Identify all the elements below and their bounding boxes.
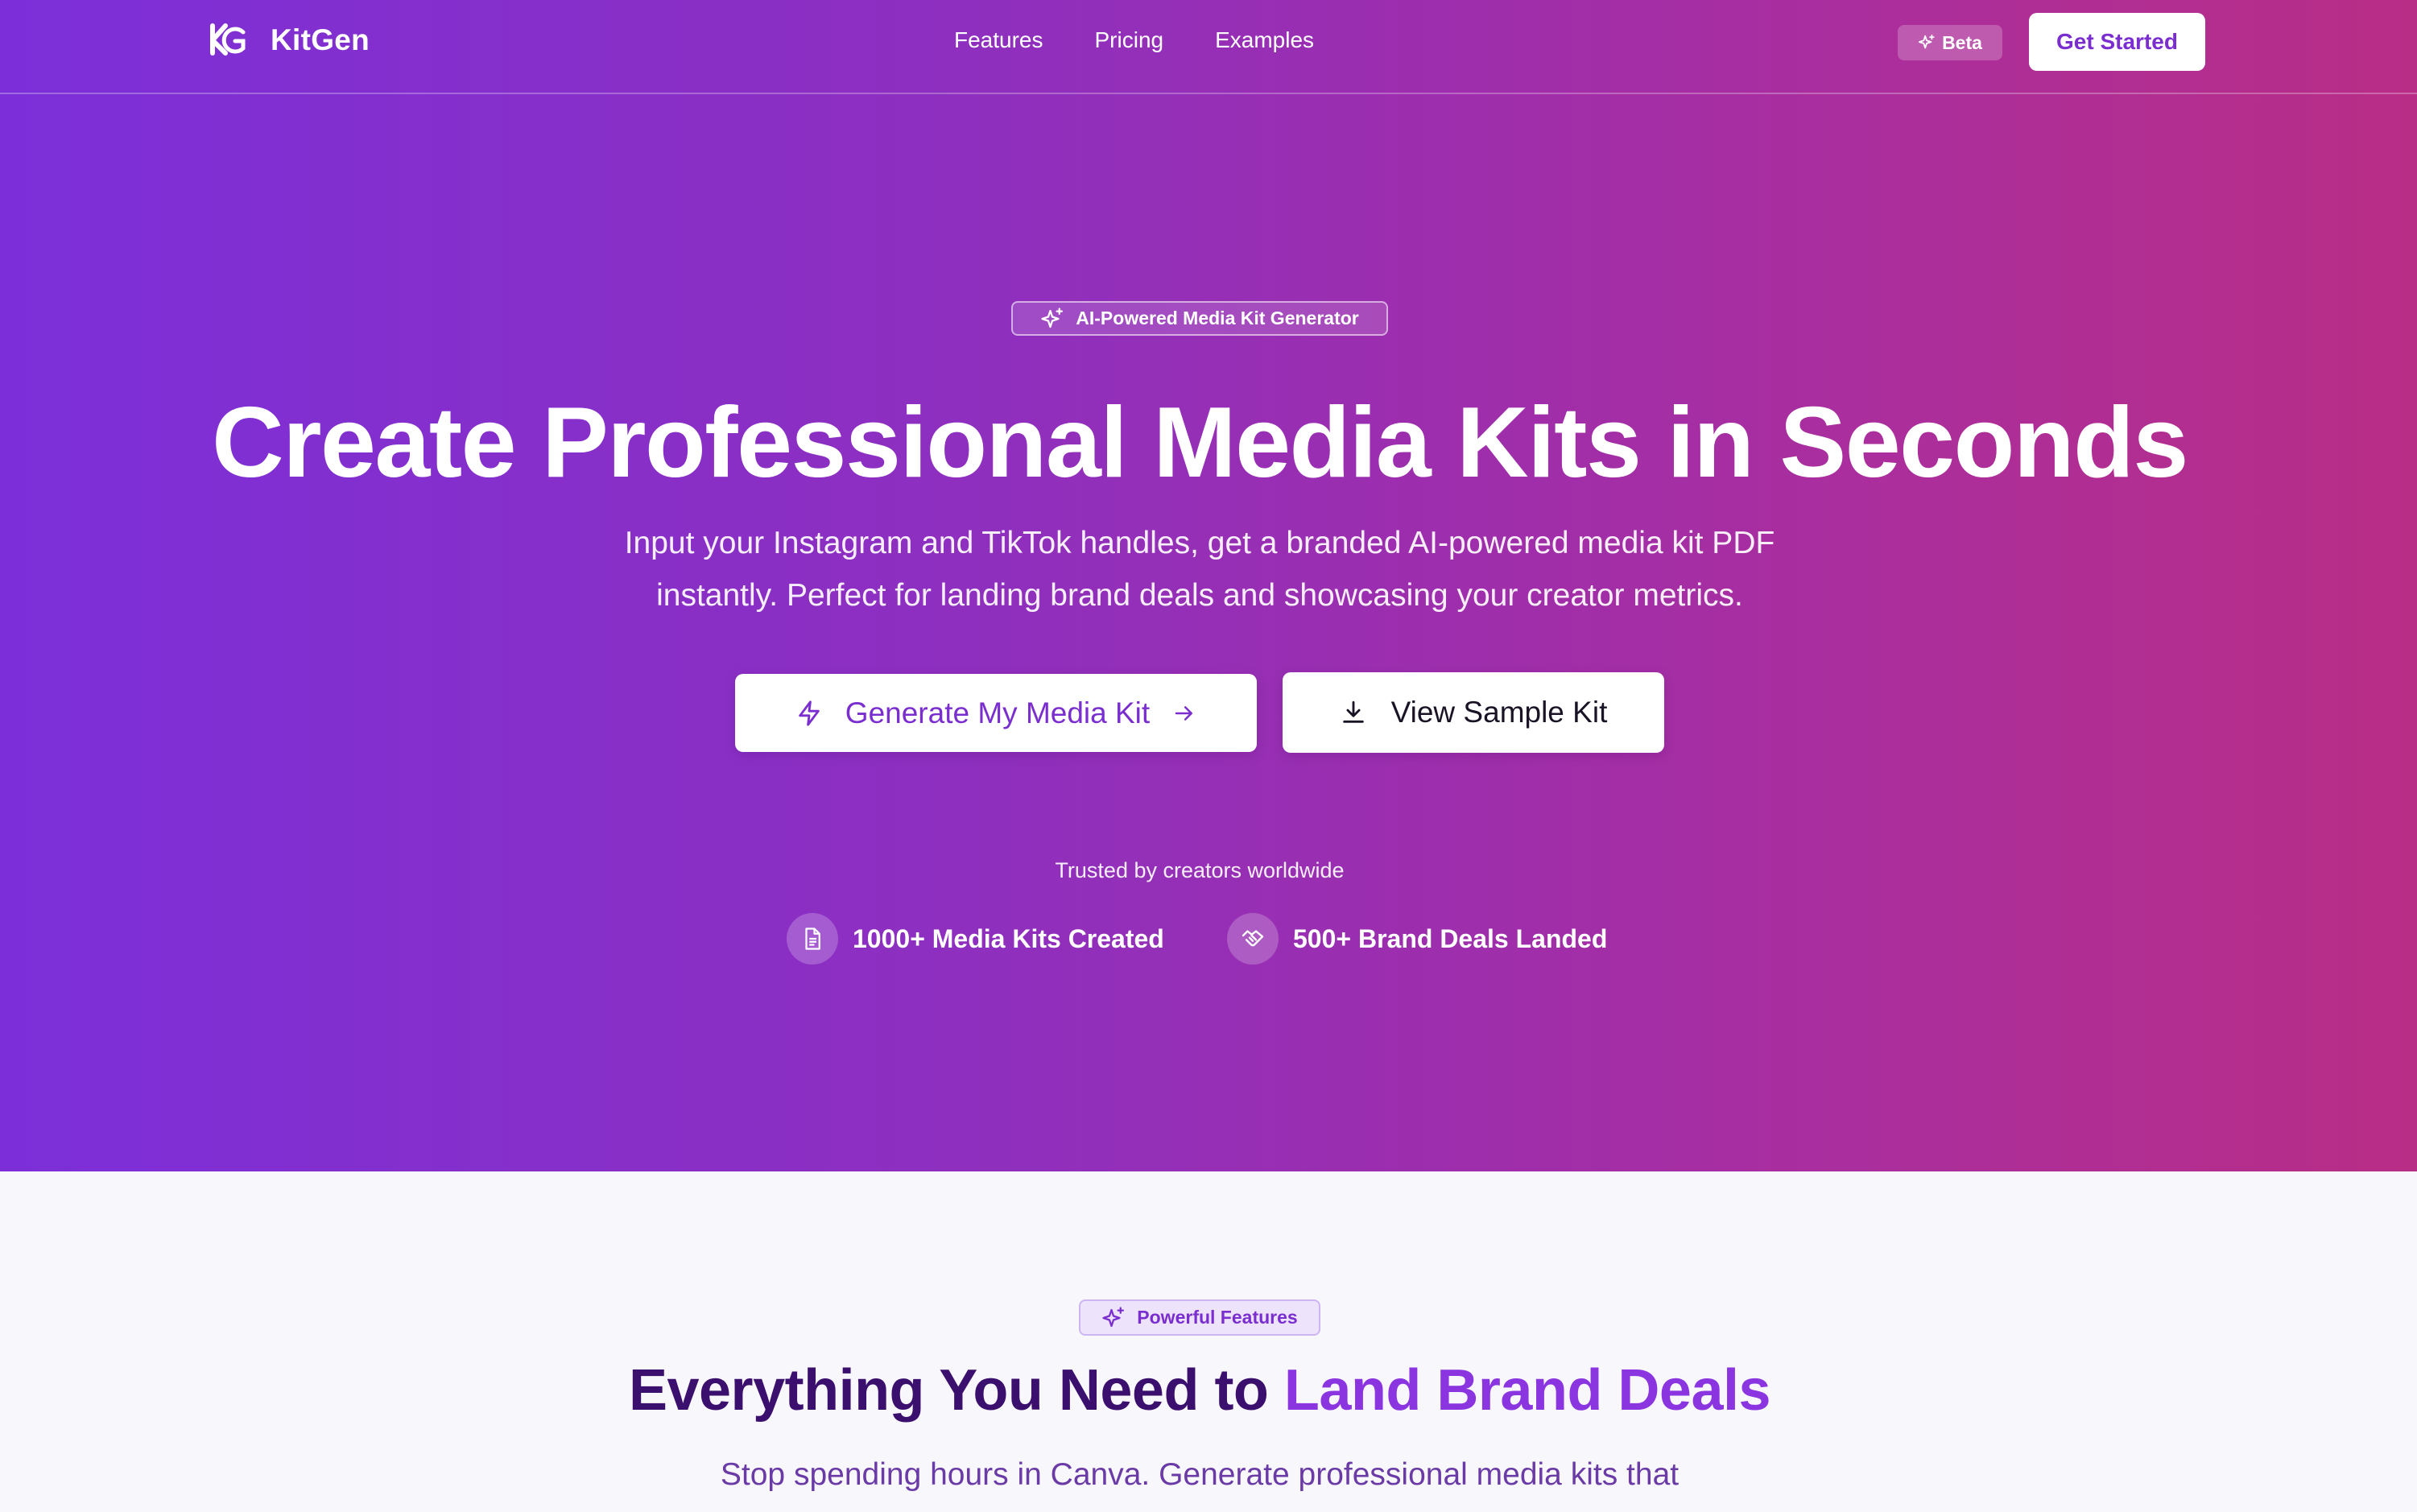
hero-subline-line-1: Input your Instagram and TikTok handles,… bbox=[624, 526, 1775, 560]
sparkles-icon bbox=[1041, 307, 1064, 328]
nav-link-pricing[interactable]: Pricing bbox=[1095, 27, 1164, 53]
sparkles-icon bbox=[1918, 34, 1935, 49]
hero-subline: Input your Instagram and TikTok handles,… bbox=[483, 517, 1916, 622]
nav-links: Features Pricing Examples bbox=[954, 27, 1314, 53]
stat-media-kits-label: 1000+ Media Kits Created bbox=[853, 923, 1164, 953]
ai-badge-label: AI-Powered Media Kit Generator bbox=[1076, 308, 1359, 328]
beta-badge: Beta bbox=[1898, 25, 2002, 60]
trusted-text: Trusted by creators worldwide bbox=[1055, 858, 1345, 882]
beta-label: Beta bbox=[1942, 31, 1982, 53]
brand-name: KitGen bbox=[271, 23, 370, 56]
features-subtitle: Stop spending hours in Canva. Generate p… bbox=[720, 1457, 1680, 1492]
features-badge: Powerful Features bbox=[1079, 1299, 1320, 1336]
stat-brand-deals: 500+ Brand Deals Landed bbox=[1227, 913, 1607, 965]
get-started-button[interactable]: Get Started bbox=[2029, 13, 2205, 71]
generate-media-kit-label: Generate My Media Kit bbox=[845, 696, 1151, 729]
brand-logo[interactable]: KitGen bbox=[208, 21, 370, 60]
hero-headline: Create Professional Media Kits in Second… bbox=[212, 387, 2188, 498]
hero-section: KitGen Features Pricing Examples Beta Ge… bbox=[0, 0, 2417, 1171]
features-badge-label: Powerful Features bbox=[1137, 1307, 1298, 1328]
download-icon bbox=[1342, 700, 1364, 723]
document-icon bbox=[787, 913, 838, 965]
stat-brand-deals-label: 500+ Brand Deals Landed bbox=[1293, 923, 1608, 953]
features-title-accent: Land Brand Deals bbox=[1283, 1358, 1771, 1423]
hero-subline-line-2: instantly. Perfect for landing brand dea… bbox=[656, 578, 1743, 613]
ai-badge: AI-Powered Media Kit Generator bbox=[1011, 301, 1388, 336]
nav-link-features[interactable]: Features bbox=[954, 27, 1043, 53]
sparkles-icon bbox=[1102, 1306, 1125, 1327]
arrow-right-icon bbox=[1175, 705, 1193, 721]
view-sample-kit-button[interactable]: View Sample Kit bbox=[1283, 672, 1664, 753]
features-title: Everything You Need to Land Brand Deals bbox=[0, 1357, 2399, 1423]
kitgen-logo-icon bbox=[210, 23, 246, 56]
view-sample-kit-label: View Sample Kit bbox=[1390, 696, 1608, 729]
generate-media-kit-button[interactable]: Generate My Media Kit bbox=[735, 674, 1257, 752]
handshake-icon bbox=[1227, 913, 1279, 965]
top-nav: KitGen Features Pricing Examples Beta Ge… bbox=[0, 0, 2417, 94]
stat-media-kits: 1000+ Media Kits Created bbox=[787, 913, 1164, 965]
nav-link-examples[interactable]: Examples bbox=[1215, 27, 1314, 53]
lightning-icon bbox=[799, 700, 820, 726]
features-title-prefix: Everything You Need to bbox=[628, 1358, 1269, 1423]
